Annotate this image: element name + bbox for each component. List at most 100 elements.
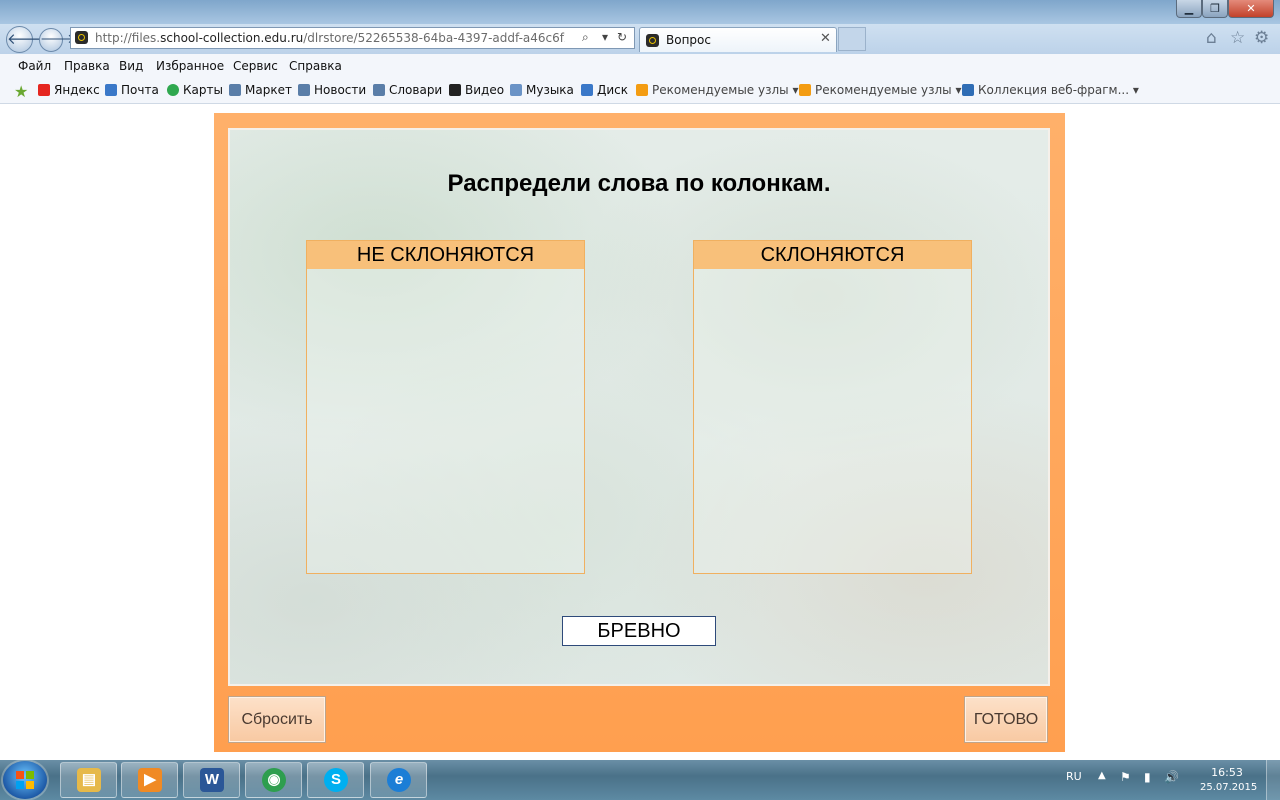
favorite-link-web-slice-gallery[interactable]: Коллекция веб-фрагм... ▾ — [962, 83, 1139, 97]
favorites-bar: ★ Яндекс Почта Карты Маркет Новости Слов… — [0, 78, 1280, 104]
search-icon[interactable]: ⌕ — [582, 30, 589, 45]
favorite-label: Видео — [465, 83, 505, 97]
suggested-sites-icon — [799, 84, 811, 96]
taskbar-media-player[interactable]: ▶ — [121, 762, 178, 798]
word-icon: W — [200, 768, 224, 792]
chrome-icon: ◉ — [262, 768, 286, 792]
favorite-link-maps[interactable]: Карты — [167, 83, 223, 97]
taskbar-internet-explorer[interactable]: e — [370, 762, 427, 798]
tab-question[interactable]: Вопрос ✕ — [639, 27, 837, 52]
internet-explorer-icon: e — [387, 768, 411, 792]
menu-item-favorites[interactable]: Избранное — [156, 59, 224, 73]
favorite-label: Яндекс — [54, 83, 100, 97]
minimize-button[interactable]: ▁ — [1176, 0, 1202, 18]
chevron-down-icon: ▾ — [1132, 83, 1139, 97]
clock-date[interactable]: 25.07.2015 — [1200, 782, 1257, 793]
address-bar[interactable]: http://files.school-collection.edu.ru/dl… — [70, 27, 635, 49]
tab-title: Вопрос — [666, 33, 711, 47]
show-desktop-button[interactable] — [1266, 760, 1280, 800]
tab-favicon-icon — [646, 34, 659, 47]
favorite-label: Почта — [121, 83, 159, 97]
news-icon — [298, 84, 310, 96]
taskbar-explorer[interactable]: ▤ — [60, 762, 117, 798]
question-title: Распредели слова по колонкам. — [447, 170, 831, 197]
favorite-link-dictionaries[interactable]: Словари — [373, 83, 442, 97]
favorite-label: Рекомендуемые узлы — [652, 83, 789, 97]
reset-button[interactable]: Сбросить — [228, 696, 326, 743]
volume-icon[interactable]: 🔊 — [1164, 770, 1179, 784]
favorite-label: Музыка — [526, 83, 574, 97]
menu-item-file[interactable]: Файл — [18, 59, 51, 73]
gear-icon[interactable]: ⚙ — [1254, 28, 1269, 48]
music-icon — [510, 84, 522, 96]
skype-icon: S — [324, 768, 348, 792]
favorite-link-news[interactable]: Новости — [298, 83, 366, 97]
taskbar-skype[interactable]: S — [307, 762, 364, 798]
favorite-label: Карты — [183, 83, 223, 97]
drop-column-indeclinable[interactable]: НЕ СКЛОНЯЮТСЯ — [306, 240, 585, 574]
taskbar-word[interactable]: W — [183, 762, 240, 798]
taskbar-chrome[interactable]: ◉ — [245, 762, 302, 798]
favorite-link-mail[interactable]: Почта — [105, 83, 159, 97]
window-titlebar — [0, 0, 1280, 24]
chevron-up-icon[interactable]: ▲ — [1098, 770, 1106, 781]
suggested-sites-icon — [636, 84, 648, 96]
column-header: СКЛОНЯЮТСЯ — [694, 241, 971, 269]
address-url[interactable]: http://files.school-collection.edu.ru/dl… — [95, 31, 565, 45]
language-indicator[interactable]: RU — [1066, 770, 1082, 783]
dictionary-icon — [373, 84, 385, 96]
chevron-down-icon: ▾ — [792, 83, 799, 97]
folder-icon: ▤ — [77, 768, 101, 792]
menu-bar: Файл Правка Вид Избранное Сервис Справка — [0, 54, 1280, 79]
start-button[interactable] — [3, 761, 47, 799]
favorite-label: Новости — [314, 83, 367, 97]
web-slice-icon — [962, 84, 974, 96]
url-domain: school-collection.edu.ru — [160, 31, 304, 45]
done-button[interactable]: ГОТОВО — [964, 696, 1048, 743]
back-button[interactable]: 🡐 — [6, 26, 47, 53]
column-header: НЕ СКЛОНЯЮТСЯ — [307, 241, 584, 269]
action-center-icon[interactable]: ⚑ — [1120, 770, 1131, 784]
home-icon[interactable]: ⌂ — [1206, 28, 1217, 48]
maps-icon — [167, 84, 179, 96]
refresh-icon[interactable]: ↻ — [617, 30, 627, 44]
media-player-icon: ▶ — [138, 768, 162, 792]
favorite-link-yandex[interactable]: Яндекс — [38, 83, 100, 97]
taskbar: ▤ ▶ W ◉ S e — [0, 760, 1280, 800]
tab-close-icon[interactable]: ✕ — [820, 31, 831, 46]
favorites-star-icon[interactable]: ☆ — [1230, 28, 1245, 48]
menu-item-edit[interactable]: Правка — [64, 59, 110, 73]
navigation-bar: 🡐 🡒 http://files.school-collection.edu.r… — [0, 24, 1280, 54]
site-favicon-icon — [75, 31, 88, 44]
draggable-word-card[interactable]: БРЕВНО — [562, 616, 716, 646]
favorite-link-music[interactable]: Музыка — [510, 83, 574, 97]
url-prefix: http://files. — [95, 31, 161, 45]
close-button[interactable]: ✕ — [1228, 0, 1274, 18]
menu-item-view[interactable]: Вид — [119, 59, 143, 73]
menu-item-tools[interactable]: Сервис — [233, 59, 278, 73]
mail-icon — [105, 84, 117, 96]
favorite-link-video[interactable]: Видео — [449, 83, 504, 97]
favorite-label: Коллекция веб-фрагм... — [978, 83, 1130, 97]
favorite-label: Словари — [389, 83, 443, 97]
drop-column-declinable[interactable]: СКЛОНЯЮТСЯ — [693, 240, 972, 574]
video-icon — [449, 84, 461, 96]
menu-item-help[interactable]: Справка — [289, 59, 342, 73]
favorite-link-disk[interactable]: Диск — [581, 83, 628, 97]
favorite-label: Рекомендуемые узлы — [815, 83, 952, 97]
maximize-button[interactable]: ❐ — [1202, 0, 1228, 18]
chevron-down-icon: ▾ — [955, 83, 962, 97]
chevron-down-icon[interactable]: ▾ — [602, 30, 608, 44]
favorite-link-market[interactable]: Маркет — [229, 83, 292, 97]
favorite-label: Диск — [597, 83, 629, 97]
signal-icon[interactable]: ▮ — [1144, 770, 1151, 784]
new-tab-button[interactable] — [838, 27, 866, 51]
clock-time[interactable]: 16:53 — [1200, 766, 1254, 779]
forward-button[interactable]: 🡒 — [39, 28, 75, 52]
favorites-star-icon[interactable]: ★ — [14, 82, 28, 101]
windows-logo-icon — [16, 771, 34, 789]
disk-icon — [581, 84, 593, 96]
favorite-link-suggested-sites[interactable]: Рекомендуемые узлы ▾ — [636, 83, 798, 97]
favorite-link-suggested-sites-2[interactable]: Рекомендуемые узлы ▾ — [799, 83, 961, 97]
market-icon — [229, 84, 241, 96]
